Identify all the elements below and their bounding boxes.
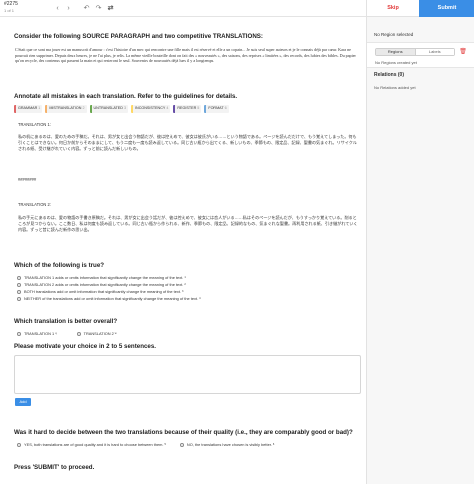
- no-relations-text: No Relations added yet: [374, 85, 416, 90]
- better-overall-choices: TRANSLATION 1q TRANSLATION 2w: [17, 331, 117, 336]
- option-hotkey: 5: [164, 443, 166, 446]
- side-panel: Skip Submit No Region selected Regions L…: [366, 0, 474, 484]
- label-name: UNTRANSLATED: [93, 106, 123, 110]
- radio-button[interactable]: [17, 442, 21, 447]
- better-overall-heading: Which translation is better overall?: [14, 318, 118, 325]
- better-option-2[interactable]: TRANSLATION 2w: [76, 331, 117, 336]
- label-choices: GRAMMAR1 MISTRANSLATION2 UNTRANSLATED3 I…: [14, 105, 229, 113]
- submit-button[interactable]: Submit: [419, 0, 474, 17]
- radio-button[interactable]: [17, 289, 21, 294]
- motivation-textarea[interactable]: [14, 355, 361, 394]
- option-label: YES, both translations are of good quali…: [24, 442, 164, 447]
- radio-button[interactable]: [17, 331, 21, 336]
- label-hotkey: 2: [82, 106, 85, 110]
- label-hotkey: 6: [224, 106, 227, 110]
- undo-icon[interactable]: ↶: [82, 4, 91, 13]
- radio-button[interactable]: [17, 282, 21, 287]
- which-option-3[interactable]: BOTH translations add or omit informatio…: [17, 289, 183, 294]
- label-hotkey: 3: [123, 106, 126, 110]
- translations-text-area[interactable]: TRANSLATION 1: 私の机にあるのは、愛のための手稿だ。それは、男が女…: [14, 120, 362, 266]
- radio-button[interactable]: [76, 331, 81, 336]
- tab-labels[interactable]: Labels: [414, 49, 454, 55]
- swap-icon[interactable]: ⇄: [106, 4, 115, 13]
- better-option-1[interactable]: TRANSLATION 1q: [17, 331, 57, 336]
- task-id: #2275: [4, 1, 18, 7]
- redo-icon[interactable]: ↷: [94, 4, 103, 13]
- label-hotkey: 1: [38, 106, 41, 110]
- chevron-left-icon[interactable]: ‹: [53, 4, 62, 13]
- translation-1-heading: TRANSLATION 1:: [18, 122, 51, 127]
- radio-button[interactable]: [179, 442, 184, 447]
- consider-heading: Consider the following SOURCE PARAGRAPH …: [14, 33, 263, 40]
- label-name: REGISTER: [177, 106, 197, 110]
- option-hotkey: 3: [182, 290, 184, 293]
- top-toolbar: #2275 1 of 1 ‹ › ↶ ↷ ⇄: [0, 0, 366, 17]
- annotation-app: #2275 1 of 1 ‹ › ↶ ↷ ⇄ Skip Submit No Re…: [0, 0, 474, 484]
- hard-to-decide-choices: YES, both translations are of good quali…: [17, 442, 274, 447]
- option-label: BOTH translations add or omit informatio…: [24, 289, 182, 294]
- option-label: TRANSLATION 1 adds or omits information …: [24, 275, 184, 280]
- option-label: NEITHER of the translations add or omit …: [24, 296, 199, 301]
- hard-to-decide-heading: Was it hard to decide between the two tr…: [14, 429, 353, 436]
- label-name: MISTRANSLATION: [49, 106, 82, 110]
- option-label: NO, the translations have chosen is visi…: [186, 442, 272, 447]
- hard-option-no[interactable]: NO, the translations have chosen is visi…: [179, 442, 275, 447]
- which-option-4[interactable]: NEITHER of the translations add or omit …: [17, 296, 200, 301]
- option-label: TRANSLATION 2: [83, 331, 114, 336]
- label-mistranslation[interactable]: MISTRANSLATION2: [45, 105, 87, 113]
- regions-labels-toggle: Regions Labels: [375, 48, 455, 56]
- radio-button[interactable]: [17, 296, 21, 301]
- no-regions-text: No Regions created yet: [375, 60, 417, 65]
- label-hotkey: 4: [166, 106, 169, 110]
- which-true-heading: Which of the following is true?: [14, 262, 105, 269]
- option-hotkey: 4: [199, 297, 201, 300]
- motivate-heading: Please motivate your choice in 2 to 5 se…: [14, 343, 157, 350]
- option-hotkey: 6: [272, 443, 275, 446]
- option-hotkey: w: [114, 332, 117, 335]
- option-label: TRANSLATION 2 adds or omits information …: [24, 282, 184, 287]
- which-option-1[interactable]: TRANSLATION 1 adds or omits information …: [17, 275, 186, 280]
- no-region-selected-text: No Region selected: [374, 32, 414, 37]
- tab-regions[interactable]: Regions: [376, 49, 415, 55]
- regions-panel: Regions Labels 🗑 No Regions created yet: [367, 42, 474, 68]
- option-hotkey: 2: [184, 283, 186, 286]
- source-paragraph: C'était que ce sont ma jouer est un manu…: [15, 47, 356, 63]
- label-inconsistency[interactable]: INCONSISTENCY4: [131, 105, 171, 113]
- label-untranslated[interactable]: UNTRANSLATED3: [89, 105, 128, 113]
- chevron-right-icon[interactable]: ›: [64, 4, 73, 13]
- which-option-2[interactable]: TRANSLATION 2 adds or omits information …: [17, 282, 186, 287]
- option-hotkey: q: [55, 332, 57, 335]
- skip-button[interactable]: Skip: [367, 0, 419, 17]
- label-register[interactable]: REGISTER5: [173, 105, 202, 113]
- option-label: TRANSLATION 1: [24, 331, 55, 336]
- radio-button[interactable]: [17, 275, 21, 280]
- annotate-heading: Annotate all mistakes in each translatio…: [14, 93, 238, 100]
- hard-option-yes[interactable]: YES, both translations are of good quali…: [17, 442, 166, 447]
- translation-separator: ########: [18, 177, 37, 182]
- translation-2-text[interactable]: 私の手元にあるのは、愛の物語の手書き原稿だ。それは、男が女に出会う話だが、彼は控…: [18, 215, 358, 234]
- press-submit-text: Press 'SUBMIT' to proceed.: [14, 464, 95, 471]
- main-content: Consider the following SOURCE PARAGRAPH …: [0, 17, 366, 484]
- option-hotkey: 1: [184, 276, 186, 279]
- translation-1-text[interactable]: 私の机にあるのは、愛のための手稿だ。それは、男が女と出会う物語だが、彼は控えめで…: [18, 134, 358, 153]
- label-hotkey: 5: [197, 106, 200, 110]
- task-count: 1 of 1: [4, 8, 15, 13]
- label-name: GRAMMAR: [18, 106, 38, 110]
- label-format[interactable]: FORMAT6: [204, 105, 229, 113]
- translation-2-heading: TRANSLATION 2:: [18, 202, 51, 207]
- add-button[interactable]: Add: [15, 398, 31, 406]
- label-grammar[interactable]: GRAMMAR1: [14, 105, 43, 113]
- trash-icon[interactable]: 🗑: [459, 48, 467, 56]
- label-name: FORMAT: [208, 106, 224, 110]
- label-name: INCONSISTENCY: [135, 106, 166, 110]
- relations-header: Relations (0): [374, 72, 405, 78]
